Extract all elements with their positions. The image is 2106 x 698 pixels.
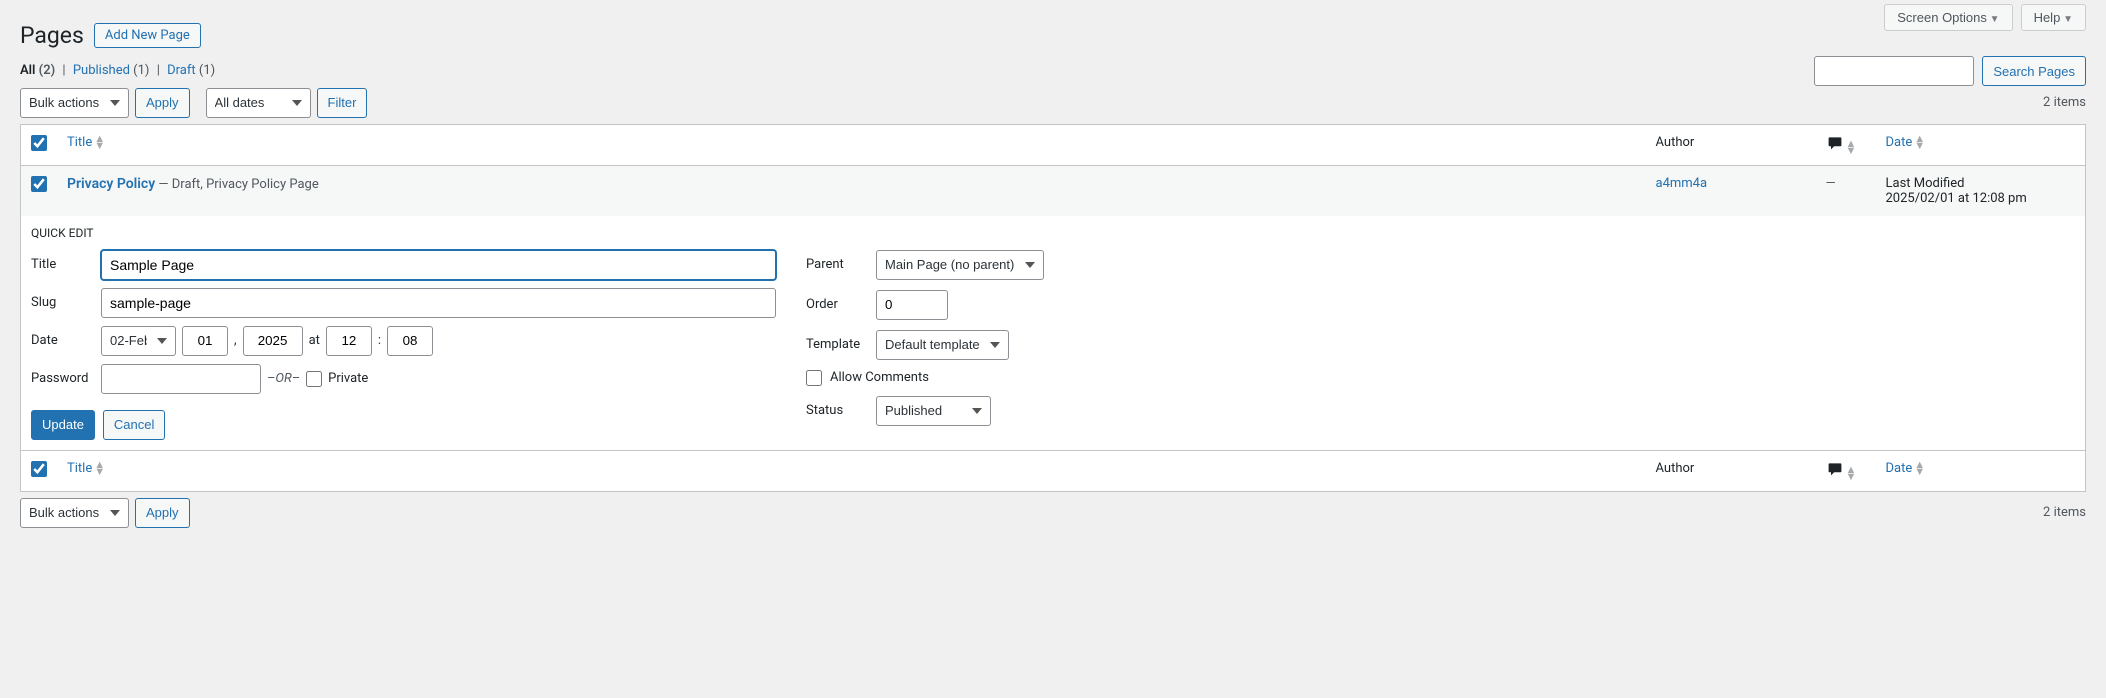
bulk-actions-select-bottom[interactable]: Bulk actions	[20, 498, 129, 528]
qe-slug-input[interactable]	[101, 288, 776, 318]
items-count-top: 2 items	[2043, 95, 2086, 110]
qe-month-select[interactable]: 02-Feb	[101, 326, 176, 356]
qe-minute-input[interactable]	[387, 326, 433, 356]
qe-year-input[interactable]	[243, 326, 303, 356]
qe-status-label: Status	[806, 403, 876, 418]
sort-icon: ▲▼	[94, 461, 105, 475]
filter-button[interactable]: Filter	[317, 88, 368, 118]
date-value: 2025/02/01 at 12:08 pm	[1886, 191, 2027, 206]
table-row: Privacy Policy — Draft, Privacy Policy P…	[21, 165, 2086, 216]
qe-cancel-button[interactable]: Cancel	[103, 410, 165, 440]
col-comments-sort-bottom[interactable]: ▲▼	[1826, 466, 1857, 481]
filter-draft[interactable]: Draft (1)	[167, 63, 215, 78]
quick-edit-row: QUICK EDIT Title Slug Date	[21, 216, 2086, 451]
qe-slug-label: Slug	[31, 295, 101, 310]
qe-order-input[interactable]	[876, 290, 948, 320]
search-pages-button[interactable]: Search Pages	[1982, 56, 2086, 86]
qe-or: –OR–	[267, 371, 300, 386]
status-filters: All (2) | Published (1) | Draft (1)	[20, 63, 2086, 78]
comment-icon	[1826, 461, 1844, 477]
qe-private-checkbox[interactable]	[306, 371, 322, 387]
qe-password-label: Password	[31, 371, 101, 386]
qe-at: at	[309, 333, 320, 348]
sort-icon: ▲▼	[1914, 135, 1925, 149]
col-author: Author	[1646, 124, 1816, 165]
quick-edit-legend: QUICK EDIT	[31, 226, 2075, 240]
bulk-apply-top[interactable]: Apply	[135, 88, 190, 118]
screen-options-button[interactable]: Screen Options	[1884, 4, 2012, 31]
filter-all[interactable]: All (2)	[20, 63, 55, 78]
qe-template-select[interactable]: Default template	[876, 330, 1009, 360]
comment-icon	[1826, 135, 1844, 151]
col-author-bottom: Author	[1646, 450, 1816, 491]
bulk-apply-bottom[interactable]: Apply	[135, 498, 190, 528]
select-all-bottom[interactable]	[31, 461, 47, 477]
comments-count: —	[1826, 176, 1836, 191]
items-count-bottom: 2 items	[2043, 505, 2086, 520]
qe-parent-label: Parent	[806, 257, 876, 272]
qe-day-input[interactable]	[182, 326, 228, 356]
date-filter-select[interactable]: All dates	[206, 88, 311, 118]
qe-private-label: Private	[328, 371, 368, 386]
bulk-actions-select-top[interactable]: Bulk actions	[20, 88, 129, 118]
qe-template-label: Template	[806, 337, 876, 352]
col-date-sort-bottom[interactable]: Date▲▼	[1886, 461, 1926, 476]
qe-update-button[interactable]: Update	[31, 410, 95, 440]
row-title-link[interactable]: Privacy Policy	[67, 176, 155, 192]
qe-status-select[interactable]: Published	[876, 396, 991, 426]
add-new-page-button[interactable]: Add New Page	[94, 23, 201, 48]
sort-icon: ▲▼	[1914, 461, 1925, 475]
qe-allow-comments-label: Allow Comments	[830, 370, 929, 385]
row-checkbox[interactable]	[31, 176, 47, 192]
qe-password-input[interactable]	[101, 364, 261, 394]
sort-icon: ▲▼	[1846, 466, 1857, 480]
qe-hour-input[interactable]	[326, 326, 372, 356]
filter-published[interactable]: Published (1)	[73, 63, 150, 78]
qe-allow-comments-checkbox[interactable]	[806, 370, 822, 386]
qe-parent-select[interactable]: Main Page (no parent)	[876, 250, 1044, 280]
help-button[interactable]: Help	[2021, 4, 2086, 31]
page-title: Pages	[20, 21, 84, 51]
qe-title-input[interactable]	[101, 250, 776, 280]
qe-date-label: Date	[31, 333, 101, 348]
search-input[interactable]	[1814, 56, 1974, 86]
select-all-top[interactable]	[31, 135, 47, 151]
col-date-sort[interactable]: Date▲▼	[1886, 135, 1926, 150]
sort-icon: ▲▼	[94, 135, 105, 149]
author-link[interactable]: a4mm4a	[1656, 176, 1708, 191]
sort-icon: ▲▼	[1846, 140, 1857, 154]
qe-order-label: Order	[806, 297, 876, 312]
col-title-sort-bottom[interactable]: Title▲▼	[67, 461, 105, 476]
qe-title-label: Title	[31, 257, 101, 272]
row-state: — Draft, Privacy Policy Page	[155, 177, 319, 192]
col-comments-sort[interactable]: ▲▼	[1826, 140, 1857, 155]
date-label: Last Modified	[1886, 176, 1965, 191]
col-title-sort[interactable]: Title▲▼	[67, 135, 105, 150]
